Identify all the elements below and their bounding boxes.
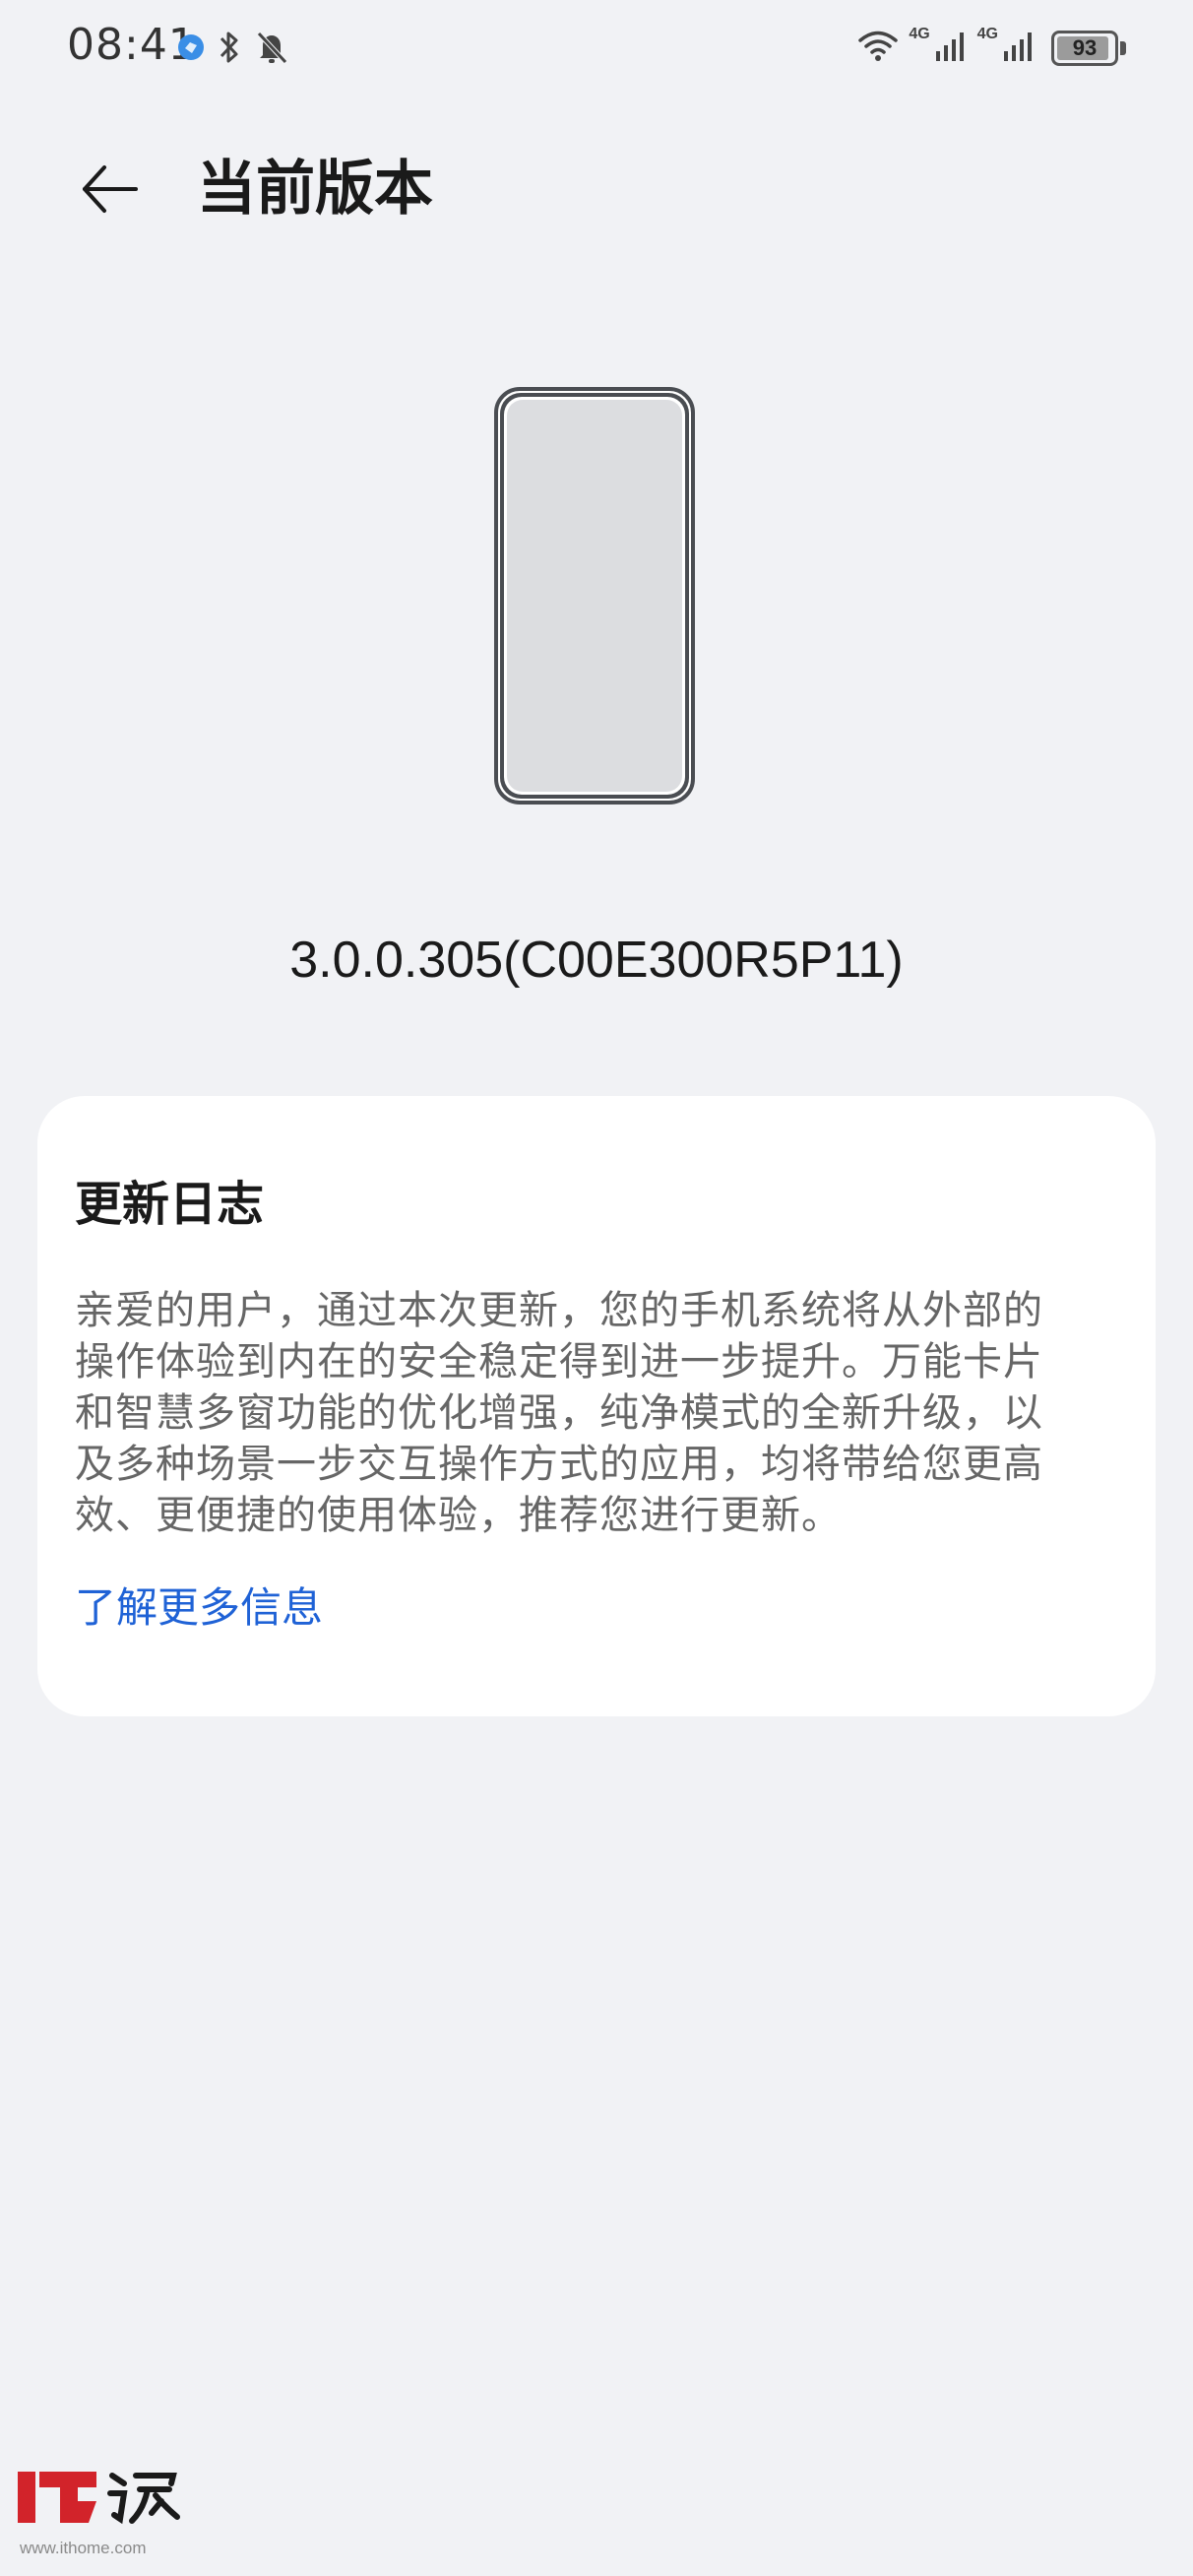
network-type-2: 4G [976,26,998,42]
app-notification-icon [177,33,205,65]
arrow-left-icon [79,158,142,225]
wifi-icon [857,29,899,68]
changelog-line: 及多种场景一步交互操作方式的应用，均将带给您更高 [75,1442,1043,1487]
changelog-line: 效、更便捷的使用体验，推荐您进行更新。 [75,1493,842,1538]
status-bar: 08:41 4G 4G 93 [0,0,1193,98]
battery-level: 93 [1072,35,1098,60]
status-right-icons: 4G 4G 93 [857,26,1126,71]
changelog-line: 操作体验到内在的安全稳定得到进一步提升。万能卡片 [75,1339,1043,1385]
changelog-card: 更新日志 亲爱的用户，通过本次更新，您的手机系统将从外部的 操作体验到内在的安全… [37,1096,1156,1716]
battery-tip [1120,41,1126,55]
battery-icon: 93 [1051,31,1118,66]
changelog-title: 更新日志 [75,1177,265,1232]
changelog-line: 和智慧多窗功能的优化增强，纯净模式的全新升级，以 [75,1390,1043,1436]
phone-illustration [494,387,695,805]
status-left-icons [177,30,289,69]
mute-bell-icon [254,29,289,70]
bluetooth-icon [217,29,242,70]
changelog-body: 亲爱的用户，通过本次更新，您的手机系统将从外部的 操作体验到内在的安全稳定得到进… [75,1285,1118,1541]
signal-icon [1002,30,1036,67]
back-button[interactable] [63,144,157,238]
watermark-url: www.ithome.com [20,2539,147,2557]
more-info-link[interactable]: 了解更多信息 [75,1578,323,1638]
page-title: 当前版本 [197,155,433,224]
app-header: 当前版本 [0,128,1193,246]
version-number: 3.0.0.305(C00E300R5P11) [289,932,904,989]
signal-icon [934,30,968,67]
changelog-line: 亲爱的用户，通过本次更新，您的手机系统将从外部的 [75,1288,1043,1333]
network-type-1: 4G [909,26,930,42]
